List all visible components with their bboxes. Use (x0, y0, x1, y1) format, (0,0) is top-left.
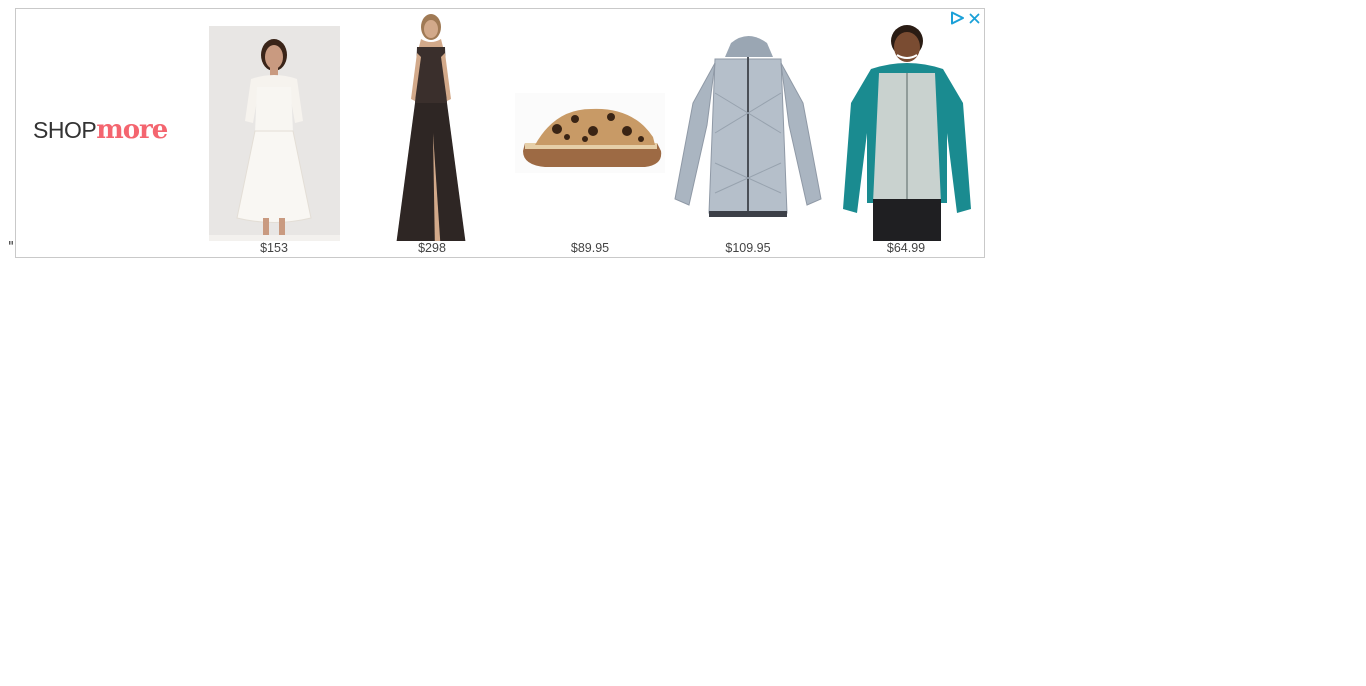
grey-puffer-jacket-image[interactable] (673, 13, 823, 241)
product-price: $89.95 (570, 241, 610, 255)
stray-quote-text: " (8, 240, 14, 255)
product-price: $64.99 (886, 241, 926, 255)
logo-shop-text: SHOP (33, 117, 97, 143)
teal-colorblock-jacket-image[interactable] (831, 13, 981, 241)
shopmore-logo[interactable]: SHOP more (33, 115, 183, 149)
product-price: $153 (260, 241, 288, 255)
logo-more-text: more (96, 115, 168, 145)
product-tile-leopard-slide-sandal[interactable]: $89.95 (515, 13, 665, 257)
product-tile-teal-colorblock-jacket[interactable]: $64.99 (831, 13, 981, 257)
black-lace-gown-image[interactable] (357, 13, 507, 241)
product-price: $298 (418, 241, 446, 255)
shopping-ad-banner[interactable]: SHOP more $153 $298 $89.95 $109.95 $64.9… (15, 8, 985, 258)
leopard-slide-sandal-image[interactable] (515, 13, 665, 241)
white-lace-dress-image[interactable] (199, 13, 349, 241)
product-tile-white-lace-dress[interactable]: $153 (199, 13, 349, 257)
product-price: $109.95 (725, 241, 771, 255)
product-tile-grey-puffer-jacket[interactable]: $109.95 (673, 13, 823, 257)
product-tile-black-lace-gown[interactable]: $298 (357, 13, 507, 257)
